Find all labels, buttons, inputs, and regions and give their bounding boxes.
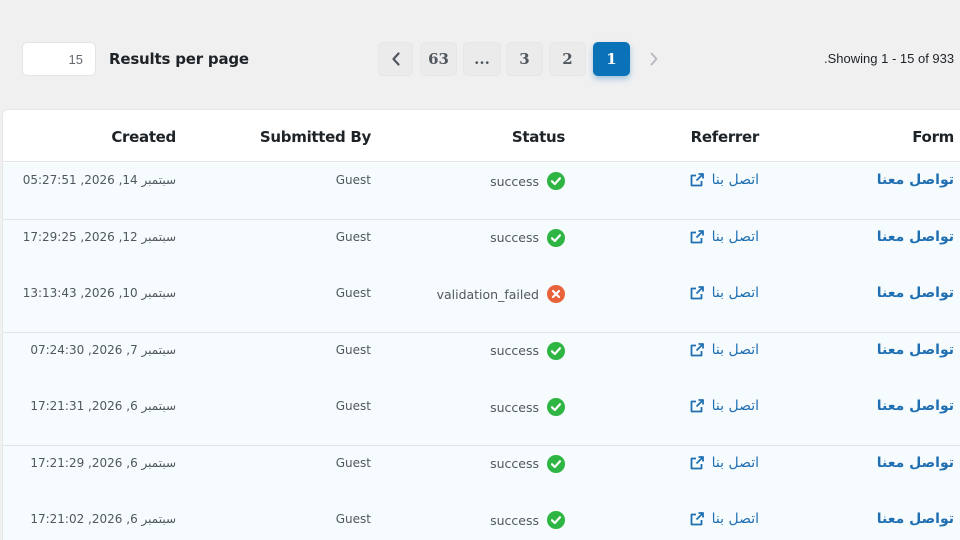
created-date: سبتمبر 10, 2026, 13:13:43 <box>22 286 176 300</box>
status-text: success <box>490 399 539 415</box>
external-link-icon <box>689 511 705 527</box>
submitted-by: Guest <box>335 399 371 413</box>
page-button-1-current[interactable]: 1 <box>593 42 630 76</box>
status-text: success <box>490 230 539 245</box>
check-circle-icon <box>547 228 565 247</box>
form-link[interactable]: تواصل معنا <box>877 511 954 527</box>
check-circle-icon <box>547 341 565 360</box>
prev-page-button[interactable] <box>378 42 413 76</box>
table-row[interactable]: سبتمبر 7, 2026, 07:24:30 Guest success اتصل… <box>3 332 960 390</box>
submitted-by: Guest <box>335 455 371 470</box>
external-link-icon <box>689 455 705 471</box>
referrer-link[interactable]: اتصل بنا <box>689 172 759 188</box>
created-date: سبتمبر 6, 2026, 17:21:02 <box>30 512 176 526</box>
check-circle-icon <box>547 454 565 473</box>
status: success <box>490 341 565 360</box>
created-date: سبتمبر 14, 2026, 05:27:51 <box>22 173 176 187</box>
status-text: success <box>490 512 539 528</box>
page-button-63[interactable]: 63 <box>420 42 457 76</box>
table-row[interactable]: سبتمبر 14, 2026, 05:27:51 Guest success اتص… <box>3 163 960 220</box>
external-link-icon <box>689 285 705 301</box>
created-date: سبتمبر 12, 2026, 17:29:25 <box>22 229 176 244</box>
status-text: success <box>490 456 539 471</box>
status: validation_failed <box>437 285 565 303</box>
table-row[interactable]: سبتمبر 12, 2026, 17:29:25 Guest success اتص… <box>3 219 960 277</box>
page-button-2[interactable]: 2 <box>549 42 586 76</box>
referrer-link[interactable]: اتصل بنا <box>689 455 759 471</box>
page-button-3[interactable]: 3 <box>506 42 543 76</box>
status-text: success <box>490 173 539 189</box>
check-circle-icon <box>547 398 565 416</box>
error-icon <box>547 285 565 303</box>
form-link[interactable]: تواصل معنا <box>877 172 954 188</box>
status: success <box>490 511 565 529</box>
table-row[interactable]: سبتمبر 6, 2026, 17:21:31 Guest success اتصل… <box>3 389 960 446</box>
table-row[interactable]: سبتمبر 6, 2026, 17:21:29 Guest success اتصل… <box>3 445 960 503</box>
form-link[interactable]: تواصل معنا <box>877 342 954 358</box>
check-circle-icon <box>547 172 565 190</box>
status: success <box>490 454 565 473</box>
table-toolbar: Results per page 63 ... 3 2 1 Showing 1 … <box>0 0 960 108</box>
referrer-link[interactable]: اتصل بنا <box>689 342 759 358</box>
form-link[interactable]: تواصل معنا <box>877 398 954 414</box>
external-link-icon <box>689 172 705 188</box>
showing-count: Showing 1 - 15 of 933. <box>824 51 955 66</box>
status-text: success <box>490 343 539 358</box>
results-per-page-input[interactable] <box>22 42 96 76</box>
form-link[interactable]: تواصل معنا <box>877 455 954 471</box>
status: success <box>490 228 565 247</box>
results-per-page-label: Results per page <box>109 50 249 68</box>
submitted-by: Guest <box>335 342 371 357</box>
referrer-link[interactable]: اتصل بنا <box>689 285 759 301</box>
referrer-text[interactable]: اتصل بنا <box>712 398 759 414</box>
column-header-status[interactable]: Status <box>512 128 565 146</box>
created-date: سبتمبر 6, 2026, 17:21:29 <box>30 455 176 470</box>
form-link[interactable]: تواصل معنا <box>877 285 954 301</box>
submitted-by: Guest <box>335 512 371 526</box>
referrer-text[interactable]: اتصل بنا <box>712 229 759 245</box>
column-header-form[interactable]: Form <box>912 128 954 146</box>
column-header-created[interactable]: Created <box>111 128 176 146</box>
referrer-link[interactable]: اتصل بنا <box>689 398 759 414</box>
chevron-right-icon <box>650 52 658 66</box>
page-ellipsis: ... <box>463 42 501 76</box>
status: success <box>490 398 565 416</box>
form-link[interactable]: تواصل معنا <box>877 229 954 245</box>
status: success <box>490 172 565 190</box>
external-link-icon <box>689 398 705 414</box>
referrer-link[interactable]: اتصل بنا <box>689 511 759 527</box>
next-page-button[interactable] <box>640 42 668 76</box>
external-link-icon <box>689 342 705 358</box>
submitted-by: Guest <box>335 229 371 244</box>
table-row[interactable]: سبتمبر 10, 2026, 13:13:43 Guest validation… <box>3 276 960 333</box>
referrer-text[interactable]: اتصل بنا <box>712 342 759 358</box>
submitted-by: Guest <box>335 173 371 187</box>
column-header-submitted-by[interactable]: Submitted By <box>260 128 371 146</box>
table-row[interactable]: سبتمبر 6, 2026, 17:21:02 Guest success اتصل… <box>3 502 960 540</box>
external-link-icon <box>689 229 705 245</box>
table-header: Created Submitted By Status Referrer For… <box>3 110 960 162</box>
submitted-by: Guest <box>335 286 371 300</box>
referrer-text[interactable]: اتصل بنا <box>712 511 759 527</box>
submissions-table: Created Submitted By Status Referrer For… <box>2 109 960 540</box>
referrer-text[interactable]: اتصل بنا <box>712 285 759 301</box>
chevron-left-icon <box>391 52 400 66</box>
check-circle-icon <box>547 511 565 529</box>
column-header-referrer[interactable]: Referrer <box>691 128 760 146</box>
pagination: 63 ... 3 2 1 <box>378 42 678 76</box>
status-text: validation_failed <box>436 286 539 302</box>
created-date: سبتمبر 7, 2026, 07:24:30 <box>30 342 176 357</box>
referrer-text[interactable]: اتصل بنا <box>712 455 759 471</box>
created-date: سبتمبر 6, 2026, 17:21:31 <box>30 399 176 413</box>
referrer-text[interactable]: اتصل بنا <box>712 172 759 188</box>
referrer-link[interactable]: اتصل بنا <box>689 229 759 245</box>
